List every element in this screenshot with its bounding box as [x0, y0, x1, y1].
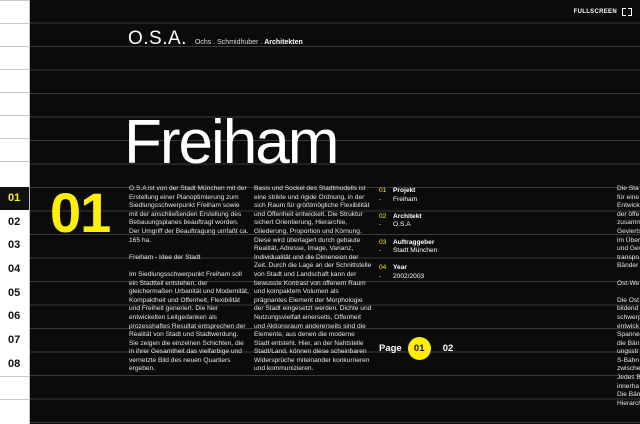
info-value: Freiham: [393, 195, 418, 203]
info-value: O.S.A: [393, 221, 411, 229]
brand-tagline: Ochs . Schmidhuber . Architekten: [195, 39, 303, 46]
logo[interactable]: O.S.A.: [128, 28, 187, 50]
sidebar-nav: 01 02 03 04 05 06 07 08: [0, 0, 30, 424]
line: ungsstr: [617, 348, 639, 356]
line: Die Sta: [617, 185, 639, 192]
line: [617, 271, 640, 280]
line: für eine: [617, 193, 639, 201]
paragraph-heading: Freiham - Idee der Stadt: [129, 253, 201, 261]
info-label: Projekt: [393, 187, 416, 194]
sidebar-divider: [0, 23, 29, 24]
page-next-button[interactable]: 02: [443, 343, 454, 354]
info-item: 02 Architekt - O.S.A: [379, 213, 459, 230]
project-title: Freiham: [124, 108, 339, 177]
nav-item-03[interactable]: 03: [0, 234, 29, 257]
line: die Bän: [617, 339, 640, 347]
line: Gevierts: [617, 227, 640, 235]
sidebar-divider: [0, 399, 29, 400]
info-num: 03: [379, 238, 387, 246]
nav-item-06[interactable]: 06: [0, 305, 29, 328]
dash-icon: -: [379, 195, 382, 203]
dash-icon: -: [379, 247, 382, 255]
line: und Gev: [617, 245, 640, 253]
sidebar-divider: [0, 115, 29, 116]
line: zwische: [617, 365, 640, 373]
paragraph: Basis und Sockel des Stadtmodells ist ei…: [254, 185, 372, 373]
text-column-5: Die Sta für eine Entwick der öffe zusamm…: [617, 185, 640, 408]
paragraph: Im Siedlungsschwerpunkt Freiham soll ein…: [129, 270, 249, 373]
line: Entwick: [617, 202, 640, 210]
nav-item-04[interactable]: 04: [0, 258, 29, 281]
brand-suffix: Architekten: [264, 39, 303, 46]
sidebar-divider: [0, 161, 29, 162]
line: transpo: [617, 253, 639, 261]
line: Hierarch: [617, 399, 640, 407]
info-label: Auftraggeber: [393, 238, 435, 246]
info-item: 03 Auftraggeber - Stadt München: [379, 239, 459, 256]
line: bildend: [617, 305, 639, 313]
pagination: Page 01 02: [379, 337, 453, 360]
sidebar-divider: [0, 46, 29, 47]
nav-item-01[interactable]: 01: [0, 187, 29, 210]
line: schwerp: [617, 313, 640, 321]
project-number: 01: [50, 181, 111, 244]
line: innerha: [617, 382, 639, 390]
line: Jedes B: [617, 374, 640, 382]
info-value: Stadt München: [393, 247, 438, 255]
info-item: 01 Projekt - Freiham: [379, 187, 459, 204]
sidebar-divider: [0, 69, 29, 70]
line: Die Ost: [617, 296, 639, 304]
nav-item-05[interactable]: 05: [0, 282, 29, 305]
info-label: Year: [393, 264, 407, 272]
dash-icon: -: [379, 272, 382, 280]
page-current-button[interactable]: 01: [407, 337, 431, 360]
line: S-Bahn: [617, 356, 639, 364]
text-column-1: O.S.A ist von der Stadt München mit der …: [129, 185, 249, 383]
text-column-2: Basis und Sockel des Stadtmodells ist ei…: [254, 185, 372, 383]
fullscreen-icon: [622, 8, 632, 16]
line: Die Bän: [617, 391, 640, 399]
line: der öffe: [617, 210, 640, 218]
paragraph: O.S.A ist von der Stadt München mit der …: [129, 185, 249, 244]
project-info: 01 Projekt - Freiham 02 Architekt - O.S.A 03…: [379, 187, 459, 282]
line: [617, 288, 640, 297]
sidebar-divider: [0, 376, 29, 377]
info-item: 04 Year - 2002/2003: [379, 264, 459, 281]
info-label: Architekt: [393, 212, 422, 220]
line: Spanne: [617, 331, 640, 339]
nav-item-08[interactable]: 08: [0, 353, 29, 376]
nav-item-02[interactable]: 02: [0, 211, 29, 234]
line: im Über: [617, 236, 640, 244]
sidebar-divider: [0, 92, 29, 93]
info-value: 2002/2003: [393, 272, 425, 280]
dash-icon: -: [379, 221, 382, 229]
line: entwick: [617, 322, 639, 330]
sidebar-divider: [0, 138, 29, 139]
line: Bänder: [617, 262, 639, 270]
sidebar-divider: [0, 0, 29, 1]
fullscreen-button[interactable]: FULLSCREEN: [574, 8, 632, 16]
brand-header: O.S.A. Ochs . Schmidhuber . Architekten: [128, 28, 303, 50]
info-num: 01: [379, 187, 387, 194]
info-num: 04: [379, 264, 387, 272]
brand-partners: Ochs . Schmidhuber .: [194, 39, 265, 46]
pagination-label: Page: [379, 343, 402, 354]
fullscreen-label: FULLSCREEN: [573, 9, 617, 15]
line: zusamm: [617, 219, 640, 227]
line: Ost-We: [617, 279, 640, 287]
nav-item-07[interactable]: 07: [0, 329, 29, 352]
info-num: 02: [379, 212, 387, 220]
